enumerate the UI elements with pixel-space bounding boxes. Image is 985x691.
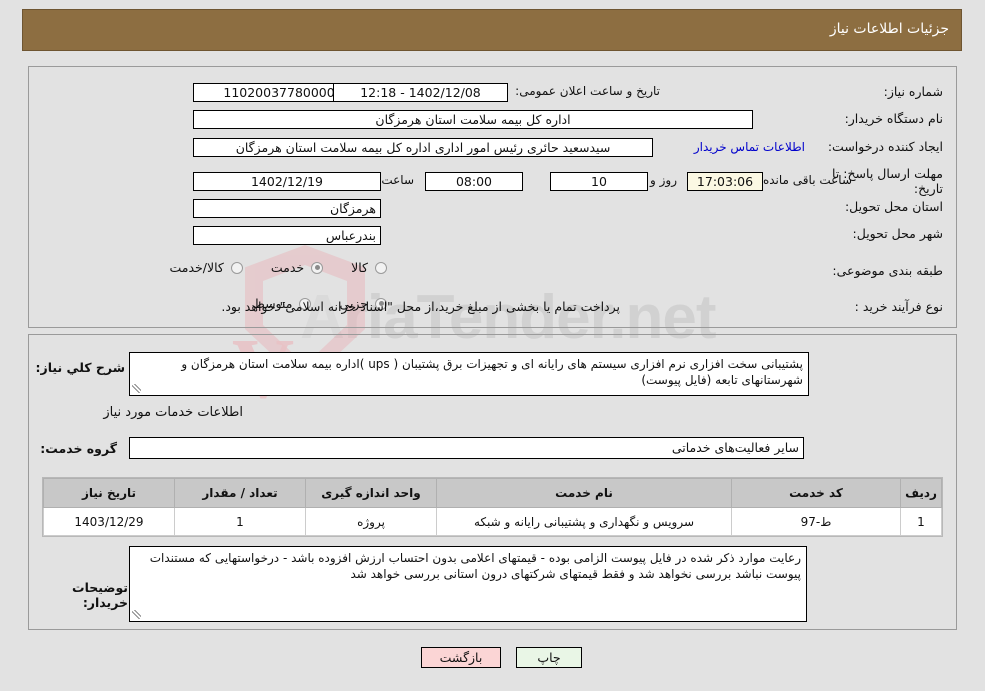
category-option-service-label: خدمت (270, 260, 305, 275)
cell-name: سرویس و نگهداری و پشتیبانی رایانه و شبکه (436, 507, 732, 536)
category-option-goods-label: کالا (351, 260, 368, 275)
page-root: AriaTender.net V جزئیات اطلاعات نیاز شما… (0, 0, 985, 691)
radio-goods-service-icon[interactable] (230, 261, 243, 274)
radio-goods-icon[interactable] (375, 261, 387, 274)
category-radio-group: کالا خدمت کالا/خدمت (141, 260, 387, 275)
buyer-notes-textarea[interactable]: رعایت موارد ذکر شده در فایل پیوست الزامی… (129, 546, 807, 622)
label-buyer-org: نام دستگاه خریدار: (844, 111, 943, 126)
services-table: ردیف کد خدمت نام خدمت واحد اندازه گیری ت… (42, 477, 943, 537)
table-header-row: ردیف کد خدمت نام خدمت واحد اندازه گیری ت… (43, 478, 942, 508)
label-description: شرح کلي نياز: (35, 360, 125, 375)
back-button[interactable]: بازگشت (421, 647, 501, 668)
label-category: طبقه بندی موضوعی: (832, 263, 943, 278)
label-remaining-days: روز و (650, 173, 677, 187)
label-province: استان محل تحویل: (844, 199, 943, 214)
city-field[interactable]: بندرعباس (193, 226, 381, 245)
remaining-days-field[interactable]: 10 (550, 172, 648, 191)
table-row[interactable]: 1 ط-97 سرویس و نگهداری و پشتیبانی رایانه… (43, 507, 942, 536)
page-header-bar: جزئیات اطلاعات نیاز (22, 9, 962, 51)
service-group-field[interactable]: سایر فعالیت‌های خدماتی (129, 437, 804, 459)
page-title: جزئیات اطلاعات نیاز (829, 21, 949, 37)
announce-datetime-field[interactable]: 1402/12/08 - 12:18 (333, 83, 508, 102)
need-info-panel (28, 66, 957, 328)
col-name: نام خدمت (436, 478, 732, 508)
radio-service-icon[interactable] (311, 261, 324, 274)
category-option-goods[interactable]: کالا (351, 260, 387, 275)
label-city: شهر محل تحویل: (852, 226, 943, 241)
cell-row: 1 (900, 507, 942, 536)
category-option-service[interactable]: خدمت (270, 260, 324, 275)
cell-qty: 1 (174, 507, 306, 536)
col-code: کد خدمت (731, 478, 901, 508)
buyer-contact-link[interactable]: اطلاعات تماس خریدار (694, 140, 805, 154)
cell-unit: پروژه (305, 507, 437, 536)
deadline-date-field[interactable]: 1402/12/19 (193, 172, 381, 191)
col-row: ردیف (900, 478, 942, 508)
creator-field[interactable]: سیدسعید حائری رئیس امور اداری اداره کل ب… (193, 138, 653, 157)
category-option-goods-service-label: کالا/خدمت (169, 260, 224, 275)
payment-note: پرداخت تمام یا بخشی از مبلغ خرید،از محل … (221, 299, 620, 314)
label-process: نوع فرآیند خرید : (854, 299, 943, 314)
label-remaining-hours: ساعت باقی مانده (762, 173, 852, 187)
cell-code: ط-97 (731, 507, 901, 536)
cell-date: 1403/12/29 (43, 507, 175, 536)
description-textarea[interactable]: پشتیبانی سخت افزاری نرم افزاری سیستم های… (129, 352, 809, 396)
label-buyer-notes: توضیحات خریدار: (72, 580, 128, 610)
province-field[interactable]: هرمزگان (193, 199, 381, 218)
print-button[interactable]: چاپ (516, 647, 582, 668)
col-date: تاریخ نیاز (43, 478, 175, 508)
services-section-heading: اطلاعات خدمات مورد نیاز (103, 405, 243, 420)
label-need-number: شماره نیاز: (883, 84, 943, 99)
remaining-timer-field: 17:03:06 (687, 172, 763, 191)
label-deadline-hour: ساعت (381, 173, 414, 187)
label-creator: ایجاد کننده درخواست: (827, 139, 943, 154)
col-qty: تعداد / مقدار (174, 478, 306, 508)
buyer-org-field[interactable]: اداره کل بیمه سلامت استان هرمزگان (193, 110, 753, 129)
deadline-hour-field[interactable]: 08:00 (425, 172, 523, 191)
label-announce-datetime: تاریخ و ساعت اعلان عمومی: (515, 84, 660, 98)
col-unit: واحد اندازه گیری (305, 478, 437, 508)
category-option-goods-service[interactable]: کالا/خدمت (169, 260, 243, 275)
label-service-group: گروه خدمت: (40, 441, 117, 456)
